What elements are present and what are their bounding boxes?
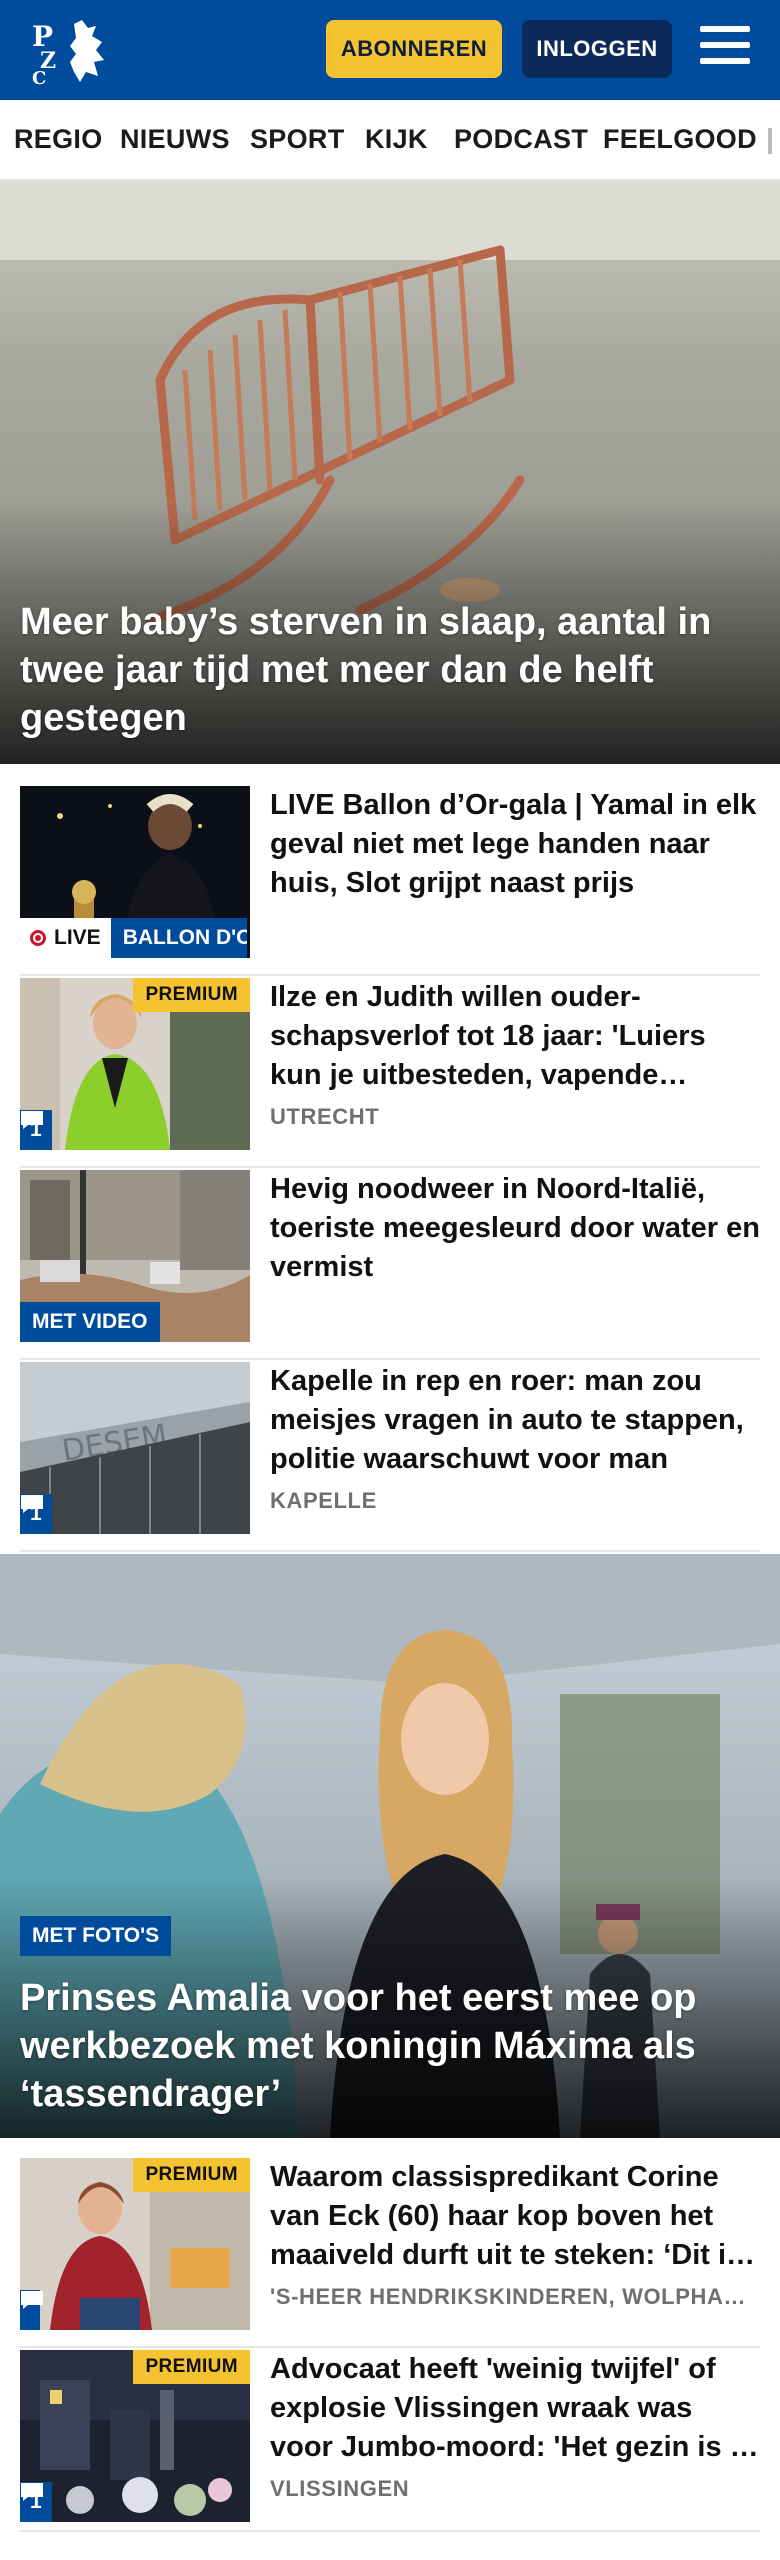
article-title[interactable]: Waarom classispredikant Corine van Eck (… [270,2158,760,2275]
live-label: LIVE [54,926,101,949]
article-item-classispredikant[interactable]: PREMIUM Waarom classispredikant Corine v… [20,2158,760,2348]
comment-count-badge[interactable] [20,2290,43,2330]
nav-item-sport[interactable]: SPORT [250,124,345,155]
live-badge-row: LIVE BALLON D'OR [20,918,247,958]
category-badge: BALLON D'OR [110,918,247,958]
subscribe-button[interactable]: ABONNEREN [326,20,502,78]
article-thumbnail[interactable]: MET VIDEO [20,1170,250,1342]
nav-item-nieuws[interactable]: NIEUWS [120,124,230,155]
article-thumbnail[interactable]: PREMIUM [20,2158,250,2330]
comment-icon [21,1111,43,1129]
pzc-logo-icon[interactable]: P Z C [30,16,110,86]
photos-badge: MET FOTO'S [20,1916,172,1956]
nav-item-regio[interactable]: REGIO [14,124,103,155]
hero-title[interactable]: Meer baby’s sterven in slaap, aantal in … [20,598,760,742]
hero-title[interactable]: Prinses Amalia voor het eerst mee op wer… [20,1974,760,2118]
article-title[interactable]: Hevig noodweer in Noord-Italië, toeriste… [270,1170,760,1287]
section-nav: REGIO NIEUWS SPORT KIJK PODCAST FEELGOOD [0,100,780,180]
nav-item-feelgood[interactable]: FEELGOOD [603,124,757,155]
nav-item-podcast[interactable]: PODCAST [454,124,588,155]
article-item-ballon-dor[interactable]: LIVE BALLON D'OR LIVE Ballon d’Or-gala |… [20,786,760,976]
article-item-vlissingen[interactable]: PREMIUM 1 Advocaat heeft 'weinig twijfel… [20,2350,760,2532]
login-button[interactable]: INLOGGEN [522,20,672,78]
article-item-ouderschapsverlof[interactable]: PREMIUM 1 Ilze en Judith willen ouder­sc… [20,978,760,1168]
article-thumbnail[interactable]: LIVE BALLON D'OR [20,786,250,958]
live-dot-icon [30,930,46,946]
article-title[interactable]: Advocaat heeft 'weinig twijfel' of explo… [270,2350,760,2467]
top-header: P Z C ABONNEREN INLOGGEN [0,0,780,100]
article-location: VLISSINGEN [270,2476,410,2501]
comment-icon [21,1495,43,1513]
video-badge: MET VIDEO [20,1302,160,1342]
article-thumbnail[interactable]: DESEM 1 [20,1362,250,1534]
article-location: 'S-HEER HENDRIKSKINDEREN, WOLPHAARTSDIJK [270,2284,760,2309]
article-item-kapelle[interactable]: DESEM 1 Kapelle in rep en roer: man zou … [20,1362,760,1552]
article-title[interactable]: LIVE Ballon d’Or-gala | Yamal in elk gev… [270,786,760,903]
premium-badge: PREMIUM [133,978,250,1012]
article-title[interactable]: Kapelle in rep en roer: man zou meisjes … [270,1362,760,1479]
comment-icon [21,2483,43,2501]
thumbnail-image-building: DESEM [20,1362,250,1534]
menu-icon[interactable] [700,26,750,70]
hero-article-crib[interactable]: Meer baby’s sterven in slaap, aantal in … [0,180,780,764]
live-badge: LIVE [20,918,111,958]
article-thumbnail[interactable]: PREMIUM 1 [20,978,250,1150]
article-item-noodweer[interactable]: MET VIDEO Hevig noodweer in Noord-Italië… [20,1170,760,1360]
article-thumbnail[interactable]: PREMIUM 1 [20,2350,250,2522]
nav-overflow-indicator [768,128,772,154]
comment-icon [21,2291,43,2309]
article-location: KAPELLE [270,1488,377,1513]
article-location: UTRECHT [270,1104,380,1129]
comment-count-badge[interactable]: 1 [20,1110,52,1150]
svg-text:C: C [32,68,46,86]
comment-count-badge[interactable]: 1 [20,1494,52,1534]
premium-badge: PREMIUM [133,2350,250,2384]
comment-count-badge[interactable]: 1 [20,2482,52,2522]
premium-badge: PREMIUM [133,2158,250,2192]
article-title[interactable]: Ilze en Judith willen ouder­schapsverlof… [270,978,760,1095]
hero-article-amalia[interactable]: MET FOTO'S Prinses Amalia voor het eerst… [0,1554,780,2138]
nav-item-kijk[interactable]: KIJK [365,124,428,155]
